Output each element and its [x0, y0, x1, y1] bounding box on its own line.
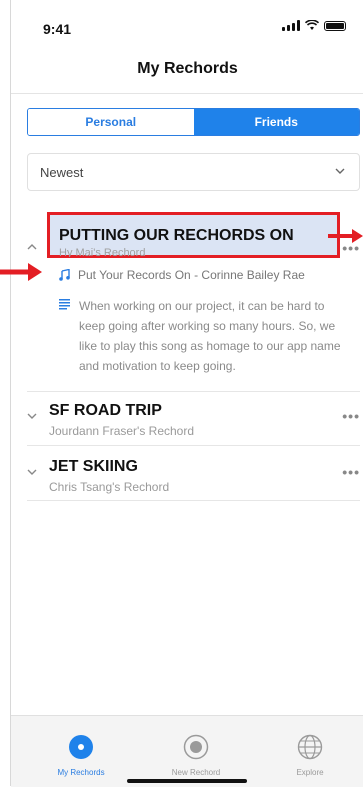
sort-value: Newest — [40, 165, 84, 180]
chevron-up-icon[interactable] — [27, 243, 37, 251]
chevron-down-icon[interactable] — [27, 412, 37, 420]
tab-new-rechord[interactable]: New Rechord — [156, 734, 236, 777]
tab-label: My Rechords — [57, 768, 105, 777]
home-indicator — [127, 779, 247, 783]
tab-explore[interactable]: Explore — [270, 734, 350, 777]
more-options-icon[interactable]: ••• — [342, 464, 360, 480]
list-item[interactable]: SF ROAD TRIP Jourdann Fraser's Rechord •… — [27, 402, 360, 438]
tab-personal[interactable]: Personal — [28, 109, 194, 135]
row-divider — [27, 500, 360, 501]
row-divider — [27, 445, 360, 446]
status-time: 9:41 — [43, 21, 72, 37]
page-title: My Rechords — [137, 60, 238, 77]
entry-description: When working on our project, it can be h… — [59, 296, 349, 376]
tab-my-rechords[interactable]: My Rechords — [41, 734, 121, 777]
chevron-down-icon[interactable] — [27, 468, 37, 476]
record-outline-icon — [183, 734, 209, 760]
row-divider — [27, 391, 360, 392]
annotation-arrow-left — [0, 263, 42, 281]
music-note-icon — [59, 269, 70, 281]
entry-subtitle: Chris Tsang's Rechord — [49, 480, 170, 494]
entry-song: Put Your Records On - Corinne Bailey Rae — [59, 268, 305, 282]
tab-friends[interactable]: Friends — [193, 109, 359, 135]
entry-title: JET SKIING — [49, 458, 138, 475]
chevron-down-icon — [335, 168, 345, 174]
header-divider — [11, 93, 363, 94]
entry-subtitle: Jourdann Fraser's Rechord — [49, 424, 195, 438]
tab-label: New Rechord — [171, 768, 221, 777]
entry-title[interactable]: PUTTING OUR RECHORDS ON — [59, 227, 294, 245]
tab-label: Explore — [296, 768, 324, 777]
entry-subtitle: Hy Mai's Rechord — [59, 247, 146, 257]
list-item[interactable]: JET SKIING Chris Tsang's Rechord ••• — [27, 458, 360, 494]
status-bar: 9:41 — [11, 0, 363, 50]
status-icons — [282, 20, 346, 31]
globe-icon — [297, 734, 323, 760]
entry-title: SF ROAD TRIP — [49, 402, 162, 419]
segmented-control: Personal Friends — [27, 108, 360, 136]
description-text: When working on our project, it can be h… — [79, 299, 341, 373]
signal-icon — [282, 20, 300, 31]
tab-bar: My Rechords New Rechord Explore — [11, 715, 363, 787]
record-filled-icon — [69, 735, 93, 759]
more-options-icon[interactable]: ••• — [342, 408, 360, 424]
phone-screen: 9:41 My Rechords Personal Friends Newest… — [10, 0, 363, 787]
battery-icon — [324, 21, 346, 31]
song-name: Put Your Records On - Corinne Bailey Rae — [78, 268, 305, 282]
wifi-icon — [305, 20, 319, 30]
annotation-arrow-right — [328, 229, 363, 243]
sort-dropdown[interactable]: Newest — [27, 153, 360, 191]
